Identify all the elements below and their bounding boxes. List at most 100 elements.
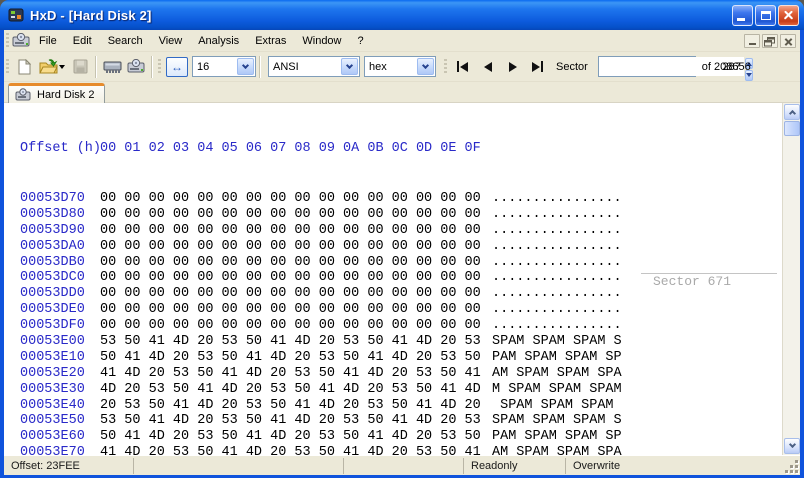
sector-label: Sector [556,60,588,73]
hex-row: 00053DA0 00 00 00 00 00 00 00 00 00 00 00… [20,239,622,255]
row-ascii[interactable]: SPAM SPAM SPAM [492,398,622,413]
row-ascii[interactable]: ................ [492,270,622,285]
row-ascii[interactable]: ................ [492,255,622,270]
vertical-scrollbar[interactable] [782,103,800,455]
row-ascii[interactable]: ................ [492,207,622,222]
toolbar-grip-3[interactable] [444,58,447,75]
scroll-down-icon[interactable] [784,438,800,454]
row-bytes[interactable]: 00 00 00 00 00 00 00 00 00 00 00 00 00 0… [100,318,481,333]
menu-item-extras[interactable]: Extras [247,31,294,51]
sector-spin-edit[interactable] [597,56,753,81]
row-bytes[interactable]: 00 00 00 00 00 00 00 00 00 00 00 00 00 0… [100,239,481,254]
row-ascii[interactable]: ................ [492,223,622,238]
row-ascii[interactable]: SPAM SPAM SPAM S [492,334,622,349]
row-offset: 00053E60 [20,429,85,445]
tab-hard-disk-2[interactable]: Hard Disk 2 [8,83,106,103]
maximize-button[interactable] [755,4,776,26]
toolbar-grip-2[interactable] [158,58,161,75]
row-ascii[interactable]: ................ [492,286,622,301]
bytes-per-row-combo[interactable]: 16 [192,56,256,77]
toolbar: ↔ 16 ANSI hex Sector 287 of 208656 [4,52,800,82]
row-bytes[interactable]: 41 4D 20 53 50 41 4D 20 53 50 41 4D 20 5… [100,366,481,381]
status-offset: Offset: 23FEE [11,459,80,472]
row-ascii[interactable]: PAM SPAM SPAM SP [492,429,622,444]
minimize-button[interactable] [732,4,753,26]
open-file-button[interactable] [36,56,68,78]
row-bytes[interactable]: 00 00 00 00 00 00 00 00 00 00 00 00 00 0… [100,255,481,270]
row-offset: 00053E10 [20,349,85,365]
row-bytes[interactable]: 53 50 41 4D 20 53 50 41 4D 20 53 50 41 4… [100,334,481,349]
mdi-restore-button[interactable] [762,33,778,48]
menu-items: File Edit Search View Analysis Extras Window? [31,31,372,51]
row-ascii[interactable]: SPAM SPAM SPAM S [492,413,622,428]
disk-drive-icon [15,87,31,100]
row-bytes[interactable]: 00 00 00 00 00 00 00 00 00 00 00 00 00 0… [100,207,481,222]
row-offset: 00053D80 [20,206,85,222]
row-ascii[interactable]: ................ [492,318,622,333]
open-folder-icon [39,59,58,74]
row-ascii[interactable]: ................ [492,191,622,206]
hxd-window: HxD - [Hard Disk 2] File Edit Search View An… [0,0,804,478]
mdi-minimize-button[interactable] [744,33,760,48]
row-bytes[interactable]: 20 53 50 41 4D 20 53 50 41 4D 20 53 50 4… [100,398,481,413]
menu-item-edit[interactable]: Edit [65,31,100,51]
row-bytes[interactable]: 00 00 00 00 00 00 00 00 00 00 00 00 00 0… [100,286,481,301]
row-offset: 00053DE0 [20,302,85,318]
menu-item-help[interactable]: ? [350,31,372,51]
menu-item-window[interactable]: Window [294,31,349,51]
menu-item-file[interactable]: File [31,31,65,51]
encoding-combo[interactable]: ANSI [268,56,360,77]
row-bytes[interactable]: 50 41 4D 20 53 50 41 4D 20 53 50 41 4D 2… [100,429,481,444]
hex-row: 00053E40 20 53 50 41 4D 20 53 50 41 4D 20… [20,398,614,414]
row-bytes[interactable]: 00 00 00 00 00 00 00 00 00 00 00 00 00 0… [100,270,481,285]
scroll-up-icon[interactable] [784,104,800,120]
new-file-button[interactable] [12,56,36,78]
byte-column-headers: 00 01 02 03 04 05 06 07 08 09 0A 0B 0C 0… [100,141,481,156]
row-bytes[interactable]: 00 00 00 00 00 00 00 00 00 00 00 00 00 0… [100,302,481,317]
menubar-grip[interactable] [6,32,9,49]
chevron-down-icon[interactable] [341,58,358,75]
menu-item-analysis[interactable]: Analysis [190,31,247,51]
row-offset: 00053DD0 [20,286,85,302]
menu-bar: File Edit Search View Analysis Extras Window? [4,30,800,52]
row-offset: 00053D90 [20,222,85,238]
title-bar[interactable]: HxD - [Hard Disk 2] [0,0,804,30]
bytes-per-row-toggle[interactable]: ↔ [166,56,188,77]
scrollbar-thumb[interactable] [784,121,800,136]
row-ascii[interactable]: ................ [492,302,622,317]
close-button[interactable] [778,4,799,26]
save-button[interactable] [68,56,92,78]
row-bytes[interactable]: 00 00 00 00 00 00 00 00 00 00 00 00 00 0… [100,223,481,238]
left-right-arrows-icon: ↔ [171,59,183,74]
open-dropdown-arrow-icon[interactable] [59,65,65,72]
row-ascii[interactable]: PAM SPAM SPAM SP [492,350,622,365]
row-bytes[interactable]: 4D 20 53 50 41 4D 20 53 50 41 4D 20 53 5… [100,382,481,397]
resize-grip[interactable] [785,460,799,474]
row-bytes[interactable]: 53 50 41 4D 20 53 50 41 4D 20 53 50 41 4… [100,413,481,428]
open-disk-button[interactable] [124,56,148,78]
next-sector-button[interactable] [500,56,525,77]
hex-row: 00053D90 00 00 00 00 00 00 00 00 00 00 00… [20,222,622,239]
first-sector-button[interactable] [450,56,475,77]
hex-row: 00053E10 50 41 4D 20 53 50 41 4D 20 53 50… [20,349,622,366]
chevron-down-icon[interactable] [237,58,254,75]
menu-item-view[interactable]: View [151,31,191,51]
row-bytes[interactable]: 00 00 00 00 00 00 00 00 00 00 00 00 00 0… [100,191,481,206]
prev-sector-button[interactable] [475,56,500,77]
offset-base-combo[interactable]: hex [364,56,436,77]
row-offset: 00053DC0 [20,270,85,286]
open-ram-button[interactable] [100,56,124,78]
menu-item-search[interactable]: Search [100,31,151,51]
row-ascii[interactable]: AM SPAM SPAM SPA [492,366,622,381]
row-ascii[interactable]: ................ [492,239,622,254]
chevron-down-icon[interactable] [417,58,434,75]
app-icon[interactable] [8,7,24,23]
last-sector-button[interactable] [525,56,550,77]
mdi-close-button[interactable] [780,33,796,48]
toolbar-grip[interactable] [6,58,9,75]
row-bytes[interactable]: 50 41 4D 20 53 50 41 4D 20 53 50 41 4D 2… [100,350,481,365]
new-file-icon [18,58,31,74]
floppy-save-icon [73,59,87,74]
hex-editor[interactable]: Offset (h) 00 01 02 03 04 05 06 07 08 09… [4,103,800,478]
row-ascii[interactable]: M SPAM SPAM SPAM [492,382,622,397]
